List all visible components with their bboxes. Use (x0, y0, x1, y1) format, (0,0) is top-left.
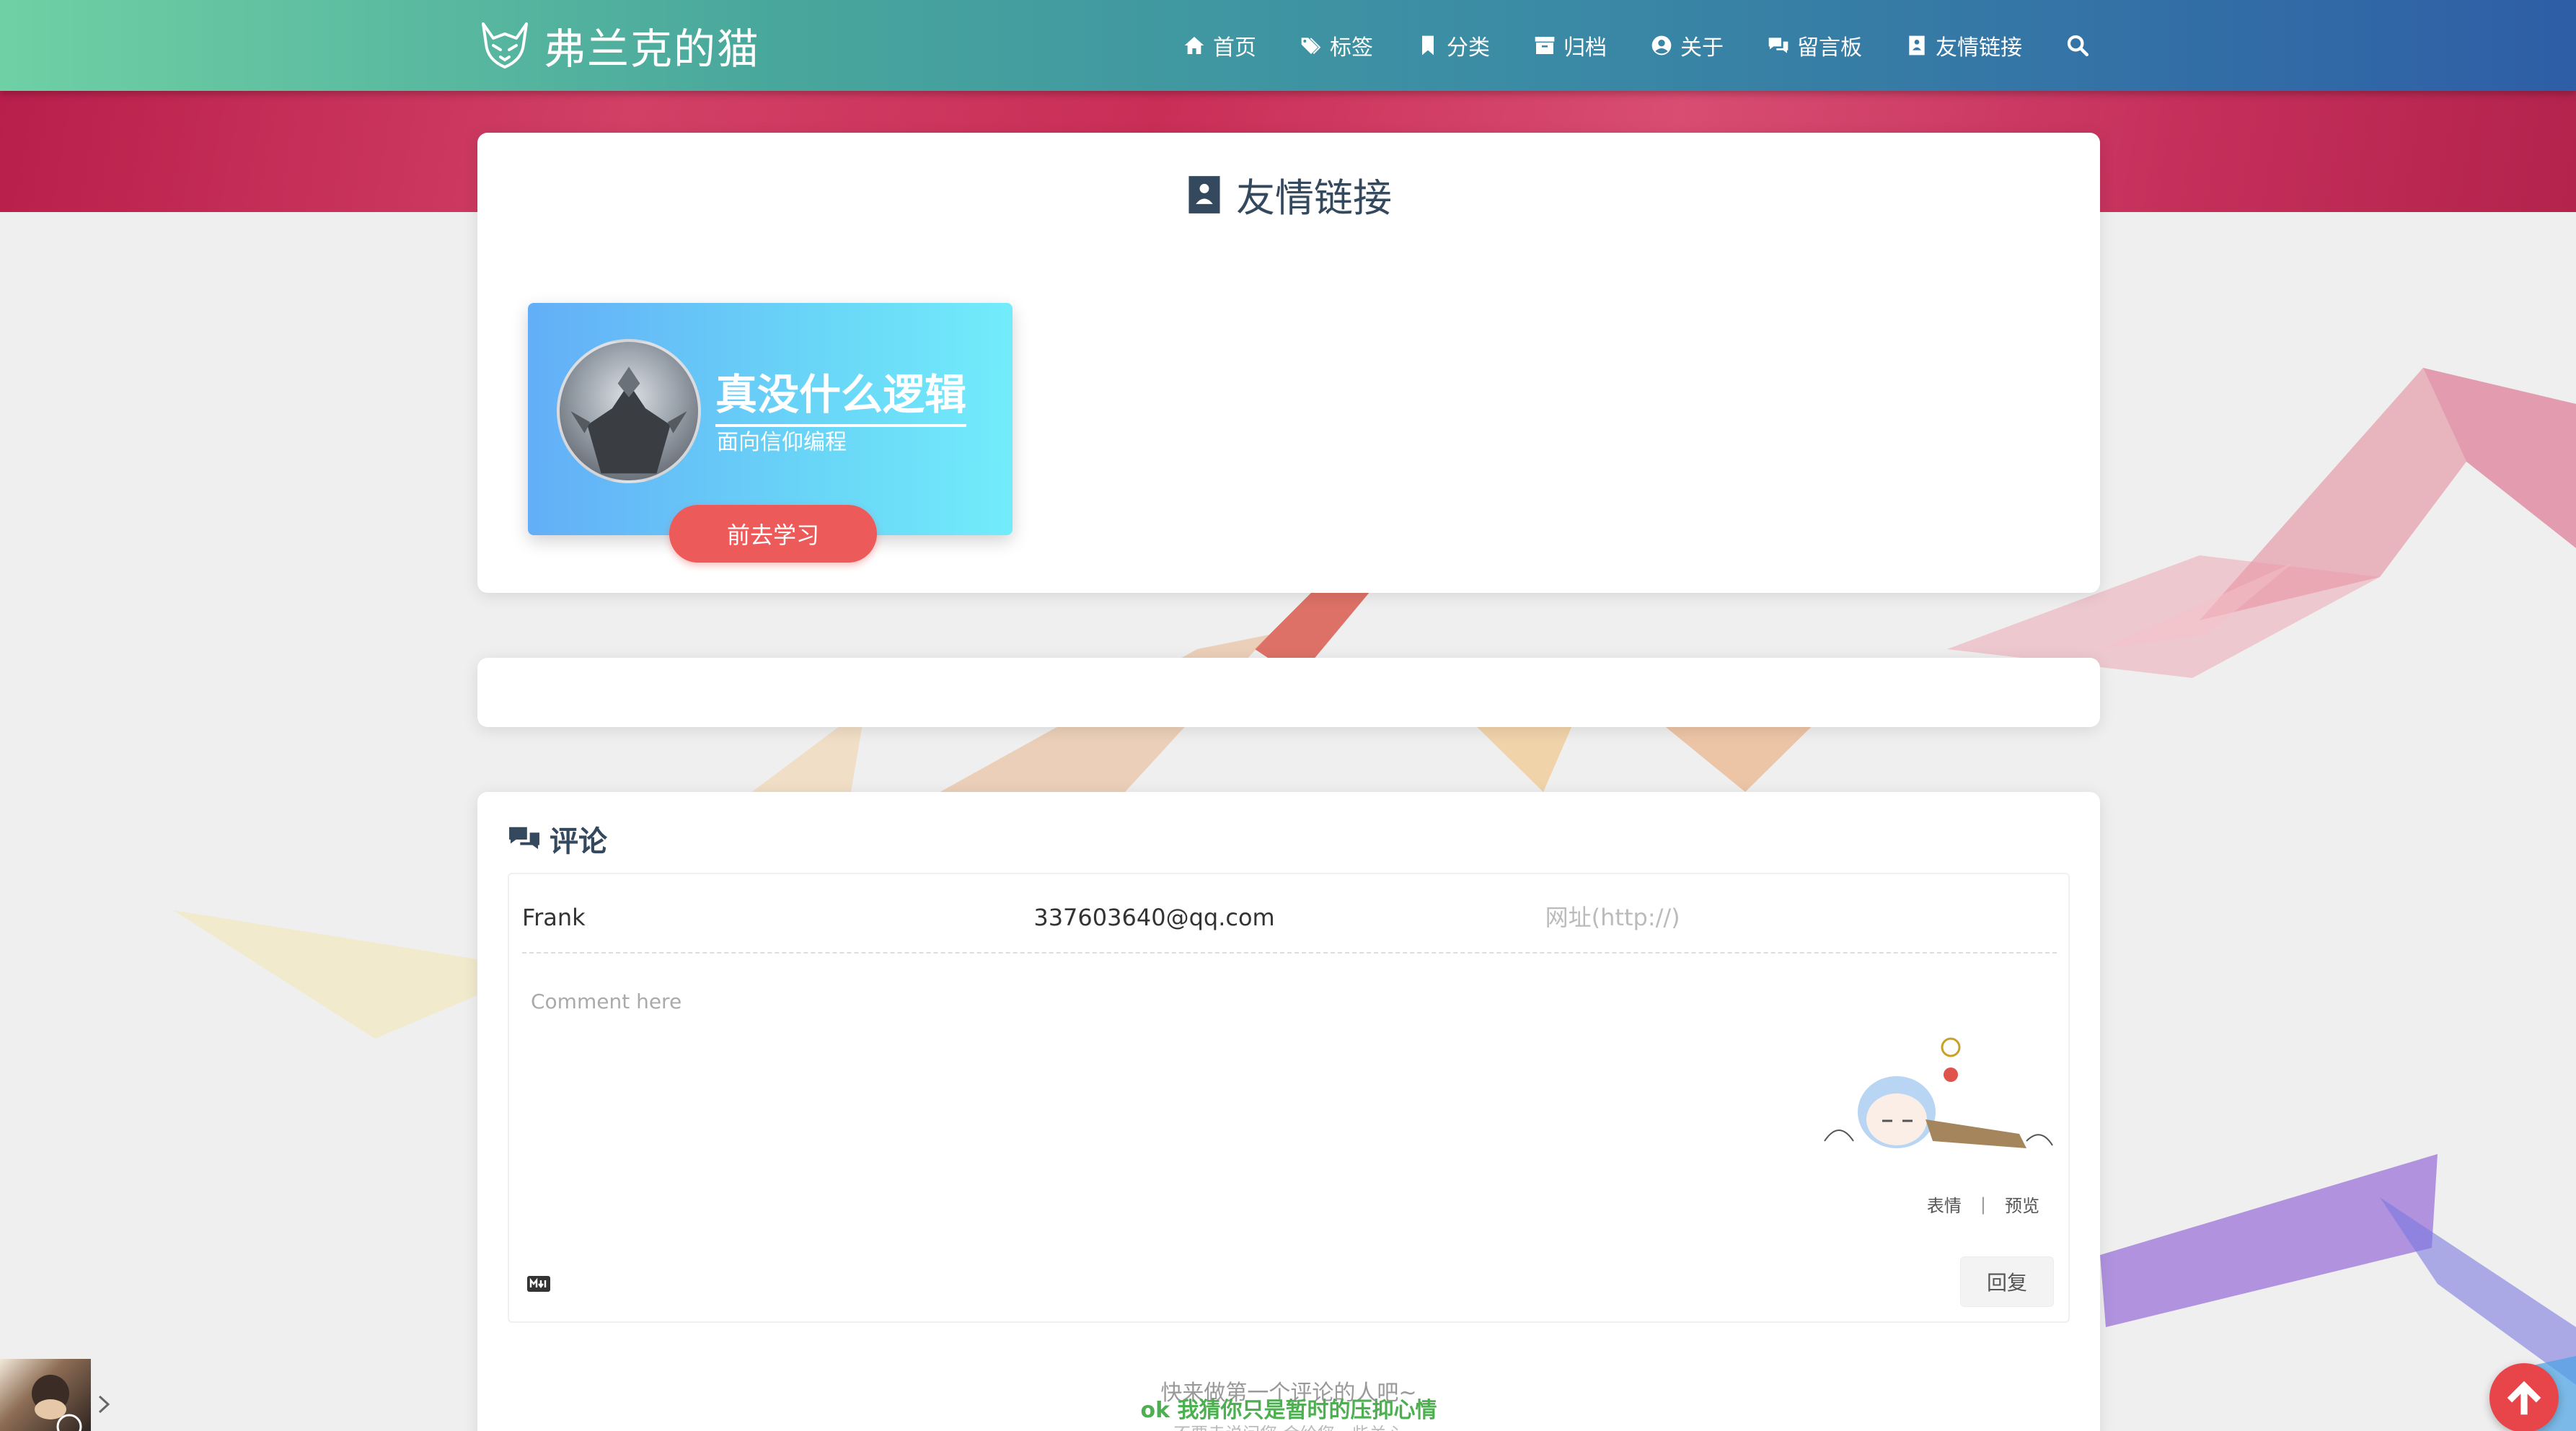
website-input[interactable] (1545, 896, 2057, 939)
address-book-icon (1909, 35, 1925, 56)
nav-about[interactable]: 关于 (1650, 30, 1724, 61)
top-navbar: 弗兰克的猫 首页 标签 分类 归档 关于 留言板 友情链接 (0, 0, 2576, 91)
music-player-cover[interactable] (0, 1359, 91, 1431)
back-to-top-button[interactable] (2489, 1363, 2559, 1431)
friend-links-card: 友情链接 真没什么逻辑 面向信仰编程 前去学习 (477, 133, 2100, 593)
comment-form: 表情 | 预览 回复 (508, 873, 2070, 1323)
bookmark-icon (1422, 35, 1434, 56)
page-title: 友情链接 (1236, 175, 1392, 221)
empty-content-card (477, 658, 2100, 727)
visit-friend-button[interactable]: 前去学习 (669, 505, 877, 563)
links-header: 友情链接 (477, 166, 2100, 223)
anime-mascot-icon (1824, 1037, 2053, 1148)
nav-categories-label: 分类 (1447, 35, 1490, 61)
archive-icon (1535, 37, 1555, 54)
nav-home[interactable]: 首页 (1183, 30, 1256, 61)
nav-friend-links[interactable]: 友情链接 (1905, 30, 2022, 61)
friend-name: 真没什么逻辑 (715, 361, 967, 427)
arrow-up-icon (2507, 1381, 2541, 1415)
nav-categories[interactable]: 分类 (1416, 30, 1490, 61)
nav-tags-label: 标签 (1330, 35, 1373, 61)
nav-guestbook[interactable]: 留言板 (1767, 30, 1862, 61)
nav-tags[interactable]: 标签 (1300, 30, 1373, 61)
reply-button[interactable]: 回复 (1960, 1256, 2054, 1307)
comments-icon (1768, 38, 1788, 53)
floating-message-sub: 不要走说问您 会给您一些关心 (477, 1419, 2100, 1431)
nav-archives-label: 归档 (1563, 35, 1607, 61)
comment-textarea[interactable] (531, 990, 1786, 1177)
nickname-input[interactable] (522, 896, 1034, 939)
home-icon (1184, 37, 1204, 54)
comments-title: 评论 (550, 825, 607, 858)
comment-meta-row (522, 896, 2057, 954)
nav-guestbook-label: 留言板 (1797, 35, 1862, 61)
comments-card: 评论 表情 | 预览 (477, 792, 2100, 1431)
friend-avatar (557, 339, 701, 483)
markdown-icon[interactable] (526, 1275, 551, 1293)
email-input[interactable] (1033, 896, 1545, 939)
friend-card[interactable]: 真没什么逻辑 面向信仰编程 前去学习 (528, 303, 1013, 563)
page: 弗兰克的猫 首页 标签 分类 归档 关于 留言板 友情链接 友情链接 真没什么逻… (0, 0, 2576, 1431)
actions-separator: | (1980, 1194, 1986, 1215)
address-book-icon (1188, 175, 1220, 213)
comments-header: 评论 (508, 818, 607, 860)
friend-description: 面向信仰编程 (717, 430, 847, 455)
editor-actions: 表情 | 预览 (1927, 1192, 2039, 1217)
tags-icon (1301, 38, 1321, 54)
nav-menu: 首页 标签 分类 归档 关于 留言板 友情链接 (1183, 0, 2091, 91)
search-button[interactable] (2065, 32, 2091, 58)
chevron-right-icon[interactable] (95, 1392, 113, 1417)
cover-image (32, 1375, 82, 1431)
brand-link[interactable]: 弗兰克的猫 (479, 16, 760, 75)
site-title: 弗兰克的猫 (544, 25, 761, 74)
comments-icon (509, 827, 539, 850)
user-circle-icon (1651, 35, 1672, 56)
fox-icon (482, 22, 528, 69)
nav-about-label: 关于 (1680, 35, 1724, 61)
nav-archives[interactable]: 归档 (1533, 30, 1607, 61)
nav-friend-links-label: 友情链接 (1936, 35, 2022, 61)
search-icon (2067, 35, 2089, 57)
avatar-image (570, 366, 687, 474)
emoji-toggle[interactable]: 表情 (1927, 1192, 1962, 1217)
preview-toggle[interactable]: 预览 (2005, 1192, 2039, 1217)
nav-home-label: 首页 (1213, 35, 1256, 61)
